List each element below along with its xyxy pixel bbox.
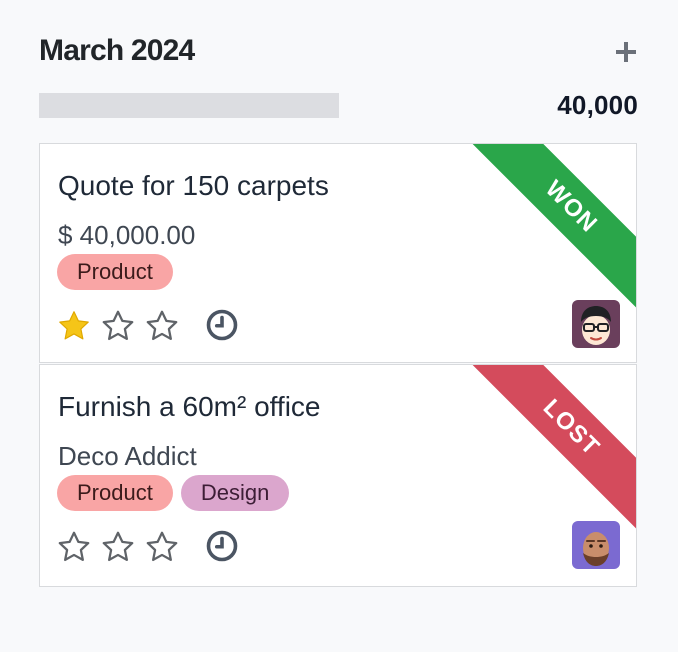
star-empty-icon[interactable] <box>56 529 92 565</box>
add-record-button[interactable] <box>612 38 640 66</box>
clock-icon[interactable] <box>204 528 240 564</box>
user-avatar-glasses <box>572 300 620 348</box>
priority-stars <box>56 529 180 565</box>
tag-design: Design <box>180 475 290 511</box>
plus-icon <box>616 42 636 62</box>
star-empty-icon[interactable] <box>144 308 180 344</box>
user-avatar[interactable] <box>572 300 620 348</box>
lost-ribbon: LOST <box>464 365 636 535</box>
column-progress-bar[interactable] <box>39 93 339 118</box>
tag-product: Product <box>57 475 173 511</box>
user-avatar-beard <box>572 521 620 569</box>
tag-list: Product <box>57 254 173 290</box>
column-total: 40,000 <box>557 90 638 120</box>
priority-stars <box>56 308 180 344</box>
card-title: Furnish a 60m² office <box>58 391 321 422</box>
star-empty-icon[interactable] <box>144 529 180 565</box>
clock-icon[interactable] <box>204 307 240 343</box>
user-avatar[interactable] <box>572 521 620 569</box>
tag-list: Product Design <box>57 475 290 511</box>
column-title[interactable]: March 2024 <box>39 34 195 68</box>
kanban-card[interactable]: LOST Furnish a 60m² office Deco Addict P… <box>39 364 637 587</box>
tag-product: Product <box>57 254 173 290</box>
card-customer: Deco Addict <box>58 441 197 471</box>
kanban-card[interactable]: WON Quote for 150 carpets $ 40,000.00 Pr… <box>39 143 637 363</box>
star-empty-icon[interactable] <box>100 308 136 344</box>
card-title: Quote for 150 carpets <box>58 170 329 201</box>
star-empty-icon[interactable] <box>100 529 136 565</box>
won-ribbon: WON <box>464 144 636 314</box>
card-amount: $ 40,000.00 <box>58 220 196 250</box>
star-filled-icon[interactable] <box>56 308 92 344</box>
